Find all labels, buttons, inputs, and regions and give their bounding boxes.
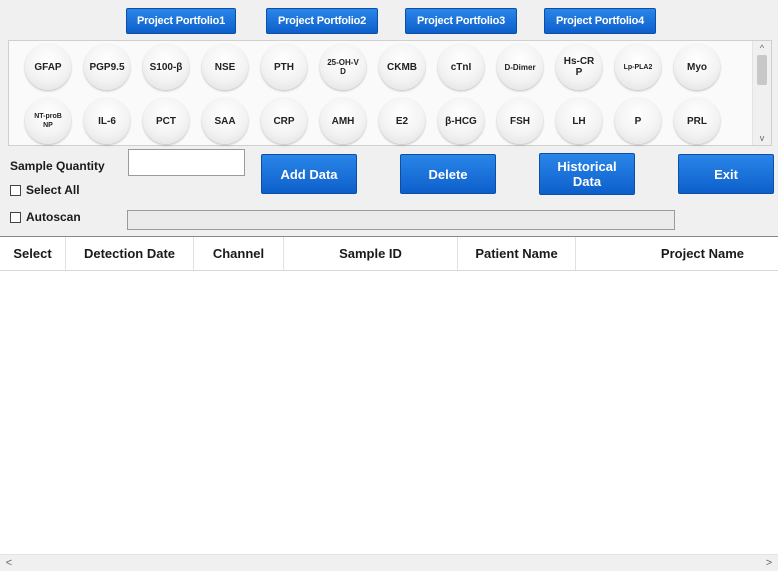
item-ckmb[interactable]: CKMB [379, 44, 425, 90]
item-saa[interactable]: SAA [202, 98, 248, 144]
add-data-button[interactable]: Add Data [261, 154, 357, 194]
item-pct[interactable]: PCT [143, 98, 189, 144]
sample-quantity-label: Sample Quantity [10, 159, 105, 173]
project-portfolio-1-button[interactable]: Project Portfolio1 [126, 8, 236, 34]
autoscan-checkbox[interactable]: Autoscan [10, 210, 81, 224]
item-b-hcg[interactable]: β-HCG [438, 98, 484, 144]
column-project-name[interactable]: Project Name [576, 237, 778, 270]
select-all-checkbox[interactable]: Select All [10, 183, 80, 197]
test-items-panel: GFAP PGP9.5 S100-β NSE PTH 25-OH-V D CKM… [8, 40, 772, 146]
items-vertical-scrollbar[interactable]: ^ v [752, 41, 771, 145]
item-s100b[interactable]: S100-β [143, 44, 189, 90]
scroll-left-icon[interactable]: < [2, 555, 16, 571]
item-pth[interactable]: PTH [261, 44, 307, 90]
exit-button[interactable]: Exit [678, 154, 774, 194]
project-portfolio-4-button[interactable]: Project Portfolio4 [544, 8, 656, 34]
scroll-right-icon[interactable]: > [762, 555, 776, 571]
sample-quantity-input[interactable] [128, 149, 245, 176]
checkbox-icon[interactable] [10, 211, 21, 223]
item-lp-pla2[interactable]: Lp-PLA2 [615, 44, 661, 90]
item-pgp95[interactable]: PGP9.5 [84, 44, 130, 90]
autoscan-label: Autoscan [26, 210, 81, 224]
item-e2[interactable]: E2 [379, 98, 425, 144]
column-detection-date[interactable]: Detection Date [66, 237, 194, 270]
scroll-up-icon[interactable]: ^ [753, 41, 771, 55]
project-portfolio-2-button[interactable]: Project Portfolio2 [266, 8, 378, 34]
item-prl[interactable]: PRL [674, 98, 720, 144]
column-sample-id[interactable]: Sample ID [284, 237, 458, 270]
item-ctni[interactable]: cTnI [438, 44, 484, 90]
table-header: Select Detection Date Channel Sample ID … [0, 237, 778, 271]
item-amh[interactable]: AMH [320, 98, 366, 144]
item-nt-probnp[interactable]: NT-proB NP [25, 98, 71, 144]
historical-data-button[interactable]: Historical Data [539, 153, 635, 195]
table-horizontal-scrollbar[interactable]: < > [0, 554, 778, 571]
column-channel[interactable]: Channel [194, 237, 284, 270]
checkbox-icon[interactable] [10, 184, 21, 196]
item-lh[interactable]: LH [556, 98, 602, 144]
select-all-label: Select All [26, 183, 80, 197]
delete-button[interactable]: Delete [400, 154, 496, 194]
autoscan-progress-bar [127, 210, 675, 230]
item-il6[interactable]: IL-6 [84, 98, 130, 144]
scroll-down-icon[interactable]: v [753, 131, 771, 145]
column-select[interactable]: Select [0, 237, 66, 270]
item-p[interactable]: P [615, 98, 661, 144]
items-scroll-thumb[interactable] [757, 55, 767, 85]
item-gfap[interactable]: GFAP [25, 44, 71, 90]
item-crp[interactable]: CRP [261, 98, 307, 144]
item-25-oh-vd[interactable]: 25-OH-V D [320, 44, 366, 90]
item-d-dimer[interactable]: D-Dimer [497, 44, 543, 90]
project-portfolio-3-button[interactable]: Project Portfolio3 [405, 8, 517, 34]
results-table: Select Detection Date Channel Sample ID … [0, 236, 778, 571]
column-patient-name[interactable]: Patient Name [458, 237, 576, 270]
item-myo[interactable]: Myo [674, 44, 720, 90]
item-nse[interactable]: NSE [202, 44, 248, 90]
portfolio-tabs: Project Portfolio1 Project Portfolio2 Pr… [0, 4, 778, 34]
item-hs-crp[interactable]: Hs-CR P [556, 44, 602, 90]
item-fsh[interactable]: FSH [497, 98, 543, 144]
